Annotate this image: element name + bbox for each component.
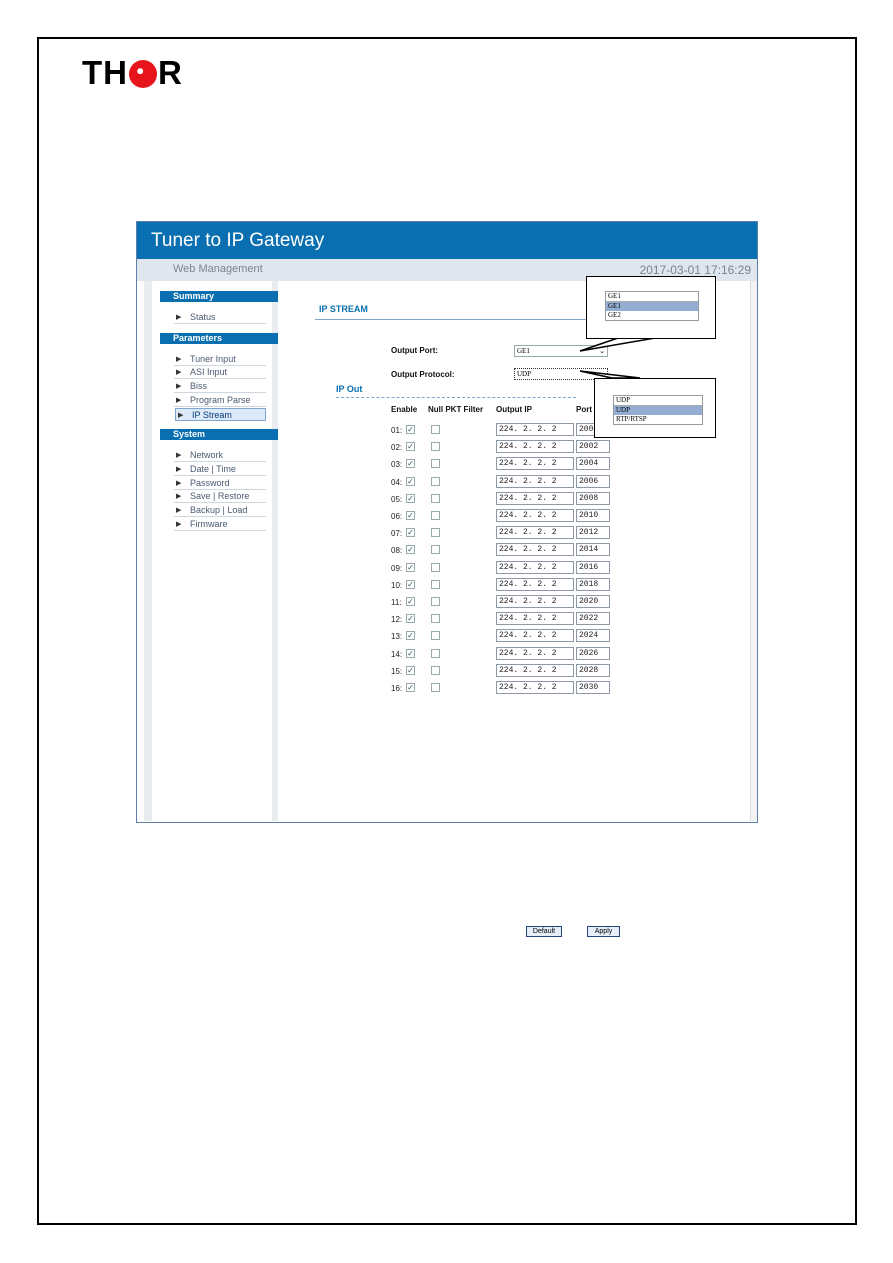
protocol-dropdown-callout: UDP UDP RTP/RTSP	[594, 378, 716, 438]
callout-protocol-selected: UDP	[614, 396, 702, 406]
callout-protocol-option[interactable]: UDP	[614, 406, 702, 415]
callout-protocol-option[interactable]: RTP/RTSP	[614, 415, 702, 424]
callout-port-option[interactable]: GE1	[606, 302, 698, 311]
callout-port-option[interactable]: GE2	[606, 311, 698, 320]
port-dropdown-callout: GE1 GE1 GE2	[586, 276, 716, 339]
callout-pointers	[579, 337, 656, 379]
callout-port-selected: GE1	[606, 292, 698, 302]
